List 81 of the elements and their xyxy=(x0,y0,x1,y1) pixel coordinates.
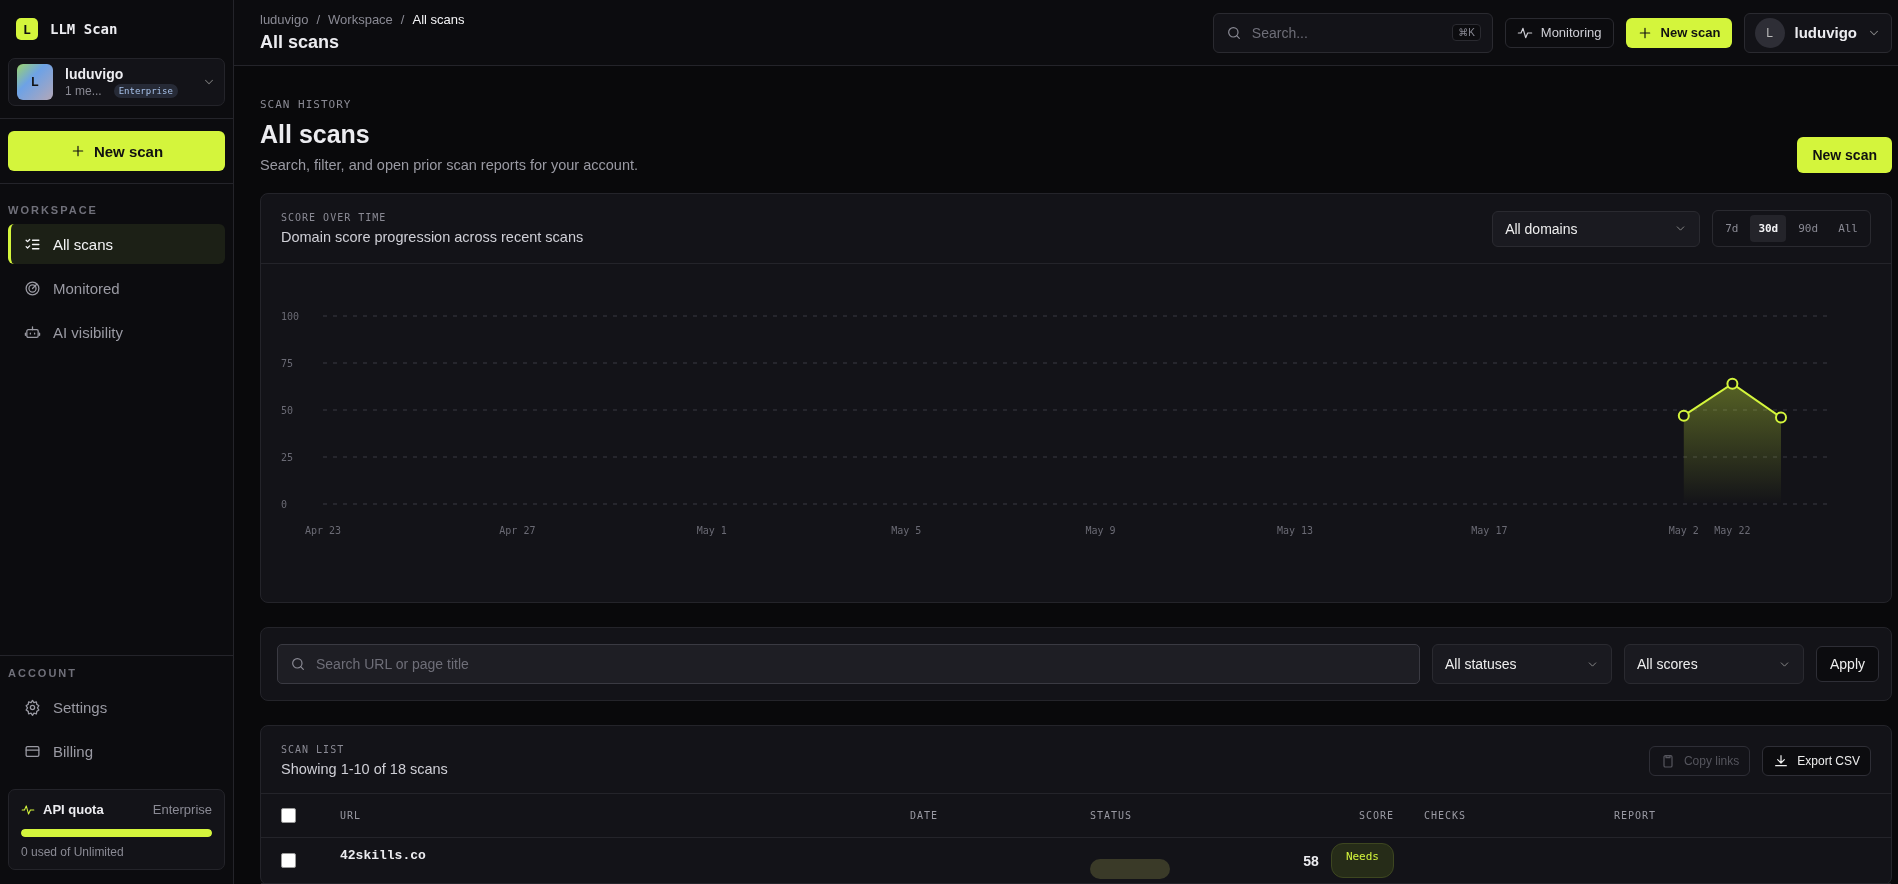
breadcrumb-link[interactable]: Workspace xyxy=(328,12,393,27)
data-point xyxy=(1726,377,1739,390)
status-select[interactable]: All statuses xyxy=(1431,644,1612,684)
x-axis-label: Apr 27 xyxy=(499,525,536,536)
page-title: All scans xyxy=(260,32,341,53)
column-header: CHECKS xyxy=(1424,810,1468,821)
section-label: SCAN LIST xyxy=(281,744,346,755)
nav-item[interactable]: Billing xyxy=(8,731,225,771)
usage-text: 0 used of Unlimited xyxy=(21,845,125,859)
x-axis-label: Apr 23 xyxy=(304,525,342,536)
apply-button[interactable]: Apply xyxy=(1815,646,1879,682)
x-axis-label: May 22 xyxy=(1714,525,1751,536)
monitoring-button[interactable]: Monitoring xyxy=(1504,17,1614,48)
avatar: L xyxy=(17,64,53,100)
column-header: SCORE xyxy=(1357,810,1394,821)
export-csv-button[interactable]: Export CSV xyxy=(1762,745,1871,776)
new-scan-button[interactable]: New scan xyxy=(1797,137,1892,173)
breadcrumb-link[interactable]: luduvigo xyxy=(260,12,309,27)
nav-item[interactable]: Settings xyxy=(8,687,225,727)
avatar: L xyxy=(1754,17,1785,48)
checkbox[interactable] xyxy=(281,853,296,868)
logo-icon: L xyxy=(16,18,38,40)
section-label: SCAN HISTORY xyxy=(260,98,353,111)
new-scan-button[interactable]: New scan xyxy=(8,131,225,171)
grade-badge: Needs xyxy=(1330,843,1394,878)
breadcrumb-separator: / xyxy=(400,12,405,27)
search-field[interactable]: Search URL or page title xyxy=(277,644,1420,684)
y-axis-label: 25 xyxy=(281,452,294,463)
range-tab[interactable]: 7d xyxy=(1717,215,1747,242)
y-axis-label: 100 xyxy=(281,311,300,322)
account-switcher[interactable]: L luduvigo 1 me... Enterprise xyxy=(8,58,225,106)
page-description: Search, filter, and open prior scan reports for your account. xyxy=(260,157,638,173)
column-header: DATE xyxy=(910,810,940,821)
pulse-icon xyxy=(21,802,35,817)
radar-icon xyxy=(24,279,41,297)
quota-title: API quota xyxy=(43,802,105,817)
score-value: 58 xyxy=(1303,852,1319,869)
search-icon xyxy=(290,656,306,672)
section-label: WORKSPACE xyxy=(8,203,99,218)
app-name: LLM Scan xyxy=(50,21,118,37)
search-icon xyxy=(1225,24,1242,41)
user-name: luduvigo xyxy=(1794,24,1857,41)
url-link[interactable]: 42skills.co xyxy=(340,838,910,863)
nav-item[interactable]: Monitored xyxy=(8,268,225,308)
chart-subtitle: Domain score progression across recent scans xyxy=(281,229,584,245)
x-axis-label: May 1 xyxy=(696,525,727,536)
column-header: URL xyxy=(340,810,363,821)
data-point xyxy=(1677,409,1690,422)
y-axis-label: 50 xyxy=(281,405,294,416)
range-tab[interactable]: 30d xyxy=(1750,215,1787,242)
breadcrumb-separator: / xyxy=(316,12,321,27)
page-heading: All scans xyxy=(260,120,371,149)
checkbox[interactable] xyxy=(281,808,296,823)
x-axis-label: May 5 xyxy=(891,525,922,536)
result-count: Showing 1-10 of 18 scans xyxy=(281,761,448,777)
section-label: SCORE OVER TIME xyxy=(281,212,388,223)
x-axis-label: May 17 xyxy=(1471,525,1508,536)
y-axis-label: 75 xyxy=(281,358,294,369)
range-tab[interactable]: 90d xyxy=(1790,215,1827,242)
robot-icon xyxy=(24,323,41,341)
score-select[interactable]: All scores xyxy=(1623,644,1804,684)
column-header: STATUS xyxy=(1090,810,1134,821)
x-axis-label: May 13 xyxy=(1276,525,1314,536)
y-axis-label: 0 xyxy=(281,499,288,510)
domain-select[interactable]: All domains xyxy=(1492,210,1701,247)
member-count: 1 me... xyxy=(65,84,102,98)
plan-badge: Enterprise xyxy=(113,84,178,98)
settings-icon xyxy=(24,698,41,716)
user-menu[interactable]: L luduvigo xyxy=(1743,12,1892,53)
download-icon xyxy=(1773,752,1790,769)
new-scan-button[interactable]: New scan xyxy=(1625,17,1732,48)
plan-label: Enterprise xyxy=(152,802,212,817)
nav-item[interactable]: All scans xyxy=(8,224,225,264)
account-name: luduvigo xyxy=(65,66,125,82)
x-axis-label: May 2 xyxy=(1668,525,1699,536)
x-axis-label: May 9 xyxy=(1085,525,1116,536)
column-header: REPORT xyxy=(1614,810,1657,821)
data-point xyxy=(1775,411,1787,424)
nav-item[interactable]: AI visibility xyxy=(8,312,225,352)
range-tab[interactable]: All xyxy=(1830,215,1866,242)
section-label: ACCOUNT xyxy=(8,666,78,681)
